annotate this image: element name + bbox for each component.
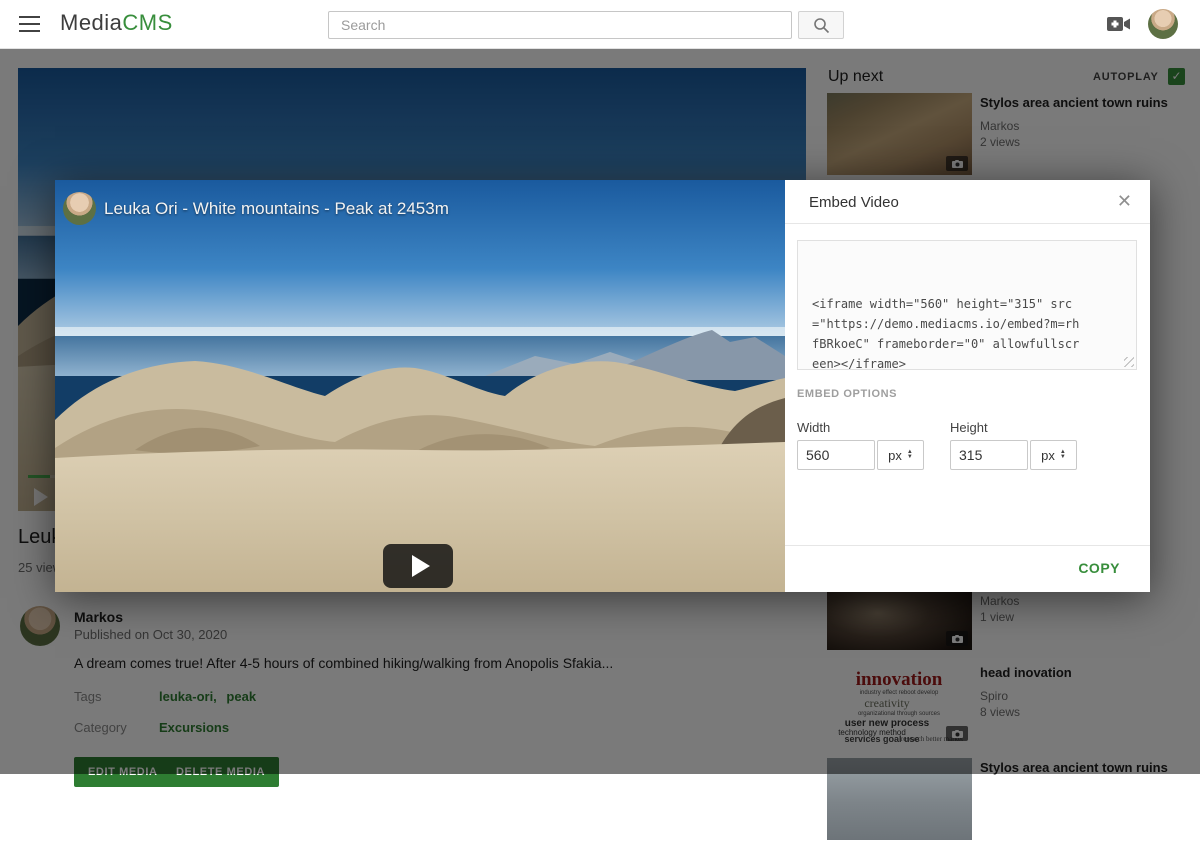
width-unit-select[interactable]: px ▲▼ <box>877 440 924 470</box>
unit-label: px <box>1041 448 1055 463</box>
embed-preview-player[interactable]: Leuka Ori - White mountains - Peak at 24… <box>55 180 785 592</box>
resize-handle[interactable] <box>1124 357 1134 367</box>
width-label: Width <box>797 420 830 435</box>
upload-video-icon[interactable] <box>1106 14 1132 34</box>
unit-label: px <box>888 448 902 463</box>
mountain-scene-image <box>55 180 785 592</box>
spinner-arrows-icon: ▲▼ <box>907 450 913 460</box>
embed-code-text: <iframe width="560" height="315" src="ht… <box>812 294 1082 370</box>
embed-options-label: EMBED OPTIONS <box>797 388 897 400</box>
height-input[interactable] <box>950 440 1028 470</box>
embed-code-textarea[interactable]: <iframe width="560" height="315" src="ht… <box>797 240 1137 370</box>
search-icon <box>813 17 830 34</box>
user-avatar[interactable] <box>1148 9 1178 39</box>
height-label: Height <box>950 420 988 435</box>
embed-video-modal: Leuka Ori - White mountains - Peak at 24… <box>55 180 1150 592</box>
search-input[interactable] <box>328 11 792 39</box>
embed-options-panel: Embed Video ✕ <iframe width="560" height… <box>785 180 1150 592</box>
spinner-arrows-icon: ▲▼ <box>1060 450 1066 460</box>
channel-avatar[interactable] <box>63 192 96 225</box>
copy-button[interactable]: COPY <box>1078 560 1120 576</box>
search-button[interactable] <box>798 11 844 39</box>
divider <box>785 223 1150 224</box>
top-bar: MediaCMS <box>0 0 1200 49</box>
preview-video-title[interactable]: Leuka Ori - White mountains - Peak at 24… <box>104 199 449 219</box>
modal-title: Embed Video <box>809 194 899 211</box>
height-unit-select[interactable]: px ▲▼ <box>1030 440 1077 470</box>
logo[interactable]: MediaCMS <box>60 10 173 36</box>
modal-footer: COPY <box>785 545 1150 592</box>
width-input[interactable] <box>797 440 875 470</box>
play-button[interactable] <box>383 544 453 588</box>
close-icon[interactable]: ✕ <box>1117 191 1132 212</box>
menu-icon[interactable] <box>19 16 40 32</box>
